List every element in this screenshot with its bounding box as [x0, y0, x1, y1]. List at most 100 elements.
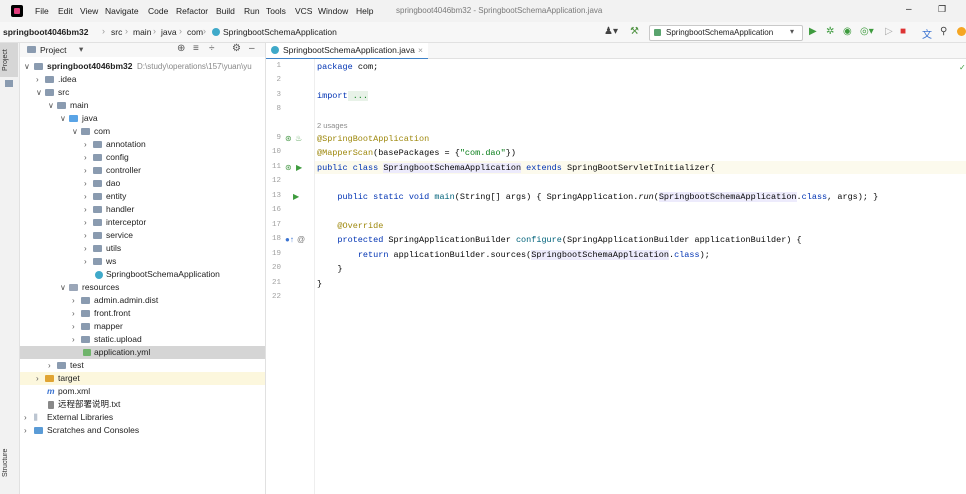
tree-item-label: com [94, 126, 111, 136]
tree-item[interactable]: › handler [20, 203, 265, 216]
spring-leaf-icon[interactable]: ♨ [295, 134, 302, 143]
tree-item[interactable]: ∨ java [20, 112, 265, 125]
notification-icon[interactable] [957, 27, 966, 36]
user-icon[interactable]: ♟▾ [604, 26, 618, 37]
tree-item[interactable]: › utils [20, 242, 265, 255]
run-configuration-select[interactable]: SpringbootSchemaApplication ▾ [649, 25, 803, 41]
run-icon[interactable]: ▶ [809, 26, 817, 37]
tree-item[interactable]: ∨ src [20, 86, 265, 99]
tree-item[interactable]: › config [20, 151, 265, 164]
folder-icon [5, 80, 13, 87]
project-view-title[interactable]: Project [40, 45, 66, 55]
search-icon[interactable]: ⚲ [940, 26, 947, 37]
breadcrumb-src[interactable]: src [111, 27, 122, 37]
line-number: 19 [271, 250, 281, 258]
menu-navigate[interactable]: Navigate [105, 6, 139, 16]
code-token: } [337, 264, 343, 274]
menu-vcs[interactable]: VCS [295, 6, 312, 16]
package-icon [93, 154, 102, 161]
tree-item-label: handler [106, 204, 135, 214]
run-gutter-icon[interactable]: ▶ [293, 192, 299, 201]
tree-item[interactable]: › annotation [20, 138, 265, 151]
menu-file[interactable]: File [35, 6, 49, 16]
structure-tool-tab[interactable]: Structure [2, 443, 16, 483]
inspection-ok-icon[interactable]: ✓ [959, 63, 966, 72]
tree-item[interactable]: › front.front [20, 307, 265, 320]
folder-icon [57, 362, 66, 369]
code-token: "com.dao" [459, 148, 506, 158]
tree-item[interactable]: ∨ main [20, 99, 265, 112]
breadcrumb-com[interactable]: com [187, 27, 203, 37]
code-editor[interactable]: package com; import ... 2 usages @Spring… [315, 59, 966, 494]
locate-icon[interactable]: ⊕ [177, 43, 185, 54]
expand-all-icon[interactable]: ≡ [193, 43, 199, 54]
editor-tab[interactable]: SpringbootSchemaApplication.java × [266, 43, 428, 60]
bean-icon[interactable]: ⊛ [285, 134, 292, 143]
tree-item[interactable]: › ws [20, 255, 265, 268]
resume-icon[interactable]: ▷ [885, 26, 893, 37]
scratches-icon [34, 427, 43, 434]
tree-item[interactable]: › admin.admin.dist [20, 294, 265, 307]
tree-item-label: front.front [94, 308, 131, 318]
breadcrumb-java[interactable]: java [161, 27, 177, 37]
stop-icon[interactable]: ■ [900, 26, 906, 37]
tree-item[interactable]: ∨ com [20, 125, 265, 138]
coverage-icon[interactable]: ◉ [843, 26, 852, 37]
menu-code[interactable]: Code [148, 6, 168, 16]
tree-item[interactable]: 远程部署说明.txt [20, 398, 265, 411]
hide-icon[interactable]: – [249, 43, 255, 54]
gear-icon[interactable]: ⚙ [232, 43, 241, 54]
tree-item[interactable]: › target [20, 372, 265, 385]
override-icon[interactable]: ●↑ [285, 235, 294, 244]
menu-refactor[interactable]: Refactor [176, 6, 208, 16]
usages-hint[interactable]: 2 usages [317, 121, 347, 130]
menu-view[interactable]: View [80, 6, 98, 16]
code-token: SpringbootSchemaApplication [531, 250, 669, 260]
bean-icon[interactable]: ⊛ [285, 163, 292, 172]
hammer-icon[interactable]: ⚒ [630, 26, 639, 37]
tree-item-root[interactable]: ∨ springboot4046bm32 D:\study\operations… [20, 60, 265, 73]
run-gutter-icon[interactable]: ▶ [296, 163, 302, 172]
tree-item[interactable]: ∨ resources [20, 281, 265, 294]
tree-item[interactable]: › entity [20, 190, 265, 203]
restore-icon[interactable]: ❐ [938, 4, 946, 15]
tree-item[interactable]: › Scratches and Consoles [20, 424, 265, 437]
profile-icon[interactable]: ◎▾ [860, 26, 874, 37]
tree-item[interactable]: › service [20, 229, 265, 242]
line-number: 13 [271, 192, 281, 200]
tree-item[interactable]: SpringbootSchemaApplication [20, 268, 265, 281]
menu-tools[interactable]: Tools [266, 6, 286, 16]
line-number: 18 [271, 235, 281, 243]
close-icon[interactable]: × [418, 43, 423, 57]
breadcrumb-separator-icon: › [102, 26, 105, 36]
minimize-icon[interactable]: – [906, 4, 912, 15]
breadcrumb-project[interactable]: springboot4046bm32 [3, 27, 89, 37]
menu-window[interactable]: Window [318, 6, 348, 16]
line-number: 12 [271, 177, 281, 185]
code-line-20: } [317, 264, 343, 274]
debug-icon[interactable]: ✲ [826, 26, 834, 37]
folded-imports[interactable]: ... [347, 91, 369, 101]
tree-item-selected[interactable]: application.yml [20, 346, 265, 359]
tree-item[interactable]: m pom.xml [20, 385, 265, 398]
breadcrumb-class[interactable]: SpringbootSchemaApplication [223, 27, 337, 37]
tree-item[interactable]: › controller [20, 164, 265, 177]
editor-tab-label: SpringbootSchemaApplication.java [283, 45, 415, 55]
chevron-down-icon[interactable]: ▾ [79, 44, 83, 55]
menu-run[interactable]: Run [244, 6, 260, 16]
breadcrumb-main[interactable]: main [133, 27, 151, 37]
tree-item[interactable]: › mapper [20, 320, 265, 333]
tree-item[interactable]: › .idea [20, 73, 265, 86]
menu-edit[interactable]: Edit [58, 6, 73, 16]
menu-help[interactable]: Help [356, 6, 373, 16]
tree-item[interactable]: › interceptor [20, 216, 265, 229]
translate-icon[interactable]: 文 [922, 26, 932, 41]
tree-item[interactable]: › dao [20, 177, 265, 190]
tree-item[interactable]: › static.upload [20, 333, 265, 346]
intellij-logo-icon [11, 5, 23, 17]
collapse-all-icon[interactable]: ÷ [209, 43, 215, 54]
code-token: public class [317, 163, 379, 173]
menu-build[interactable]: Build [216, 6, 235, 16]
tree-item[interactable]: › ⫼ External Libraries [20, 411, 265, 424]
tree-item[interactable]: › test [20, 359, 265, 372]
